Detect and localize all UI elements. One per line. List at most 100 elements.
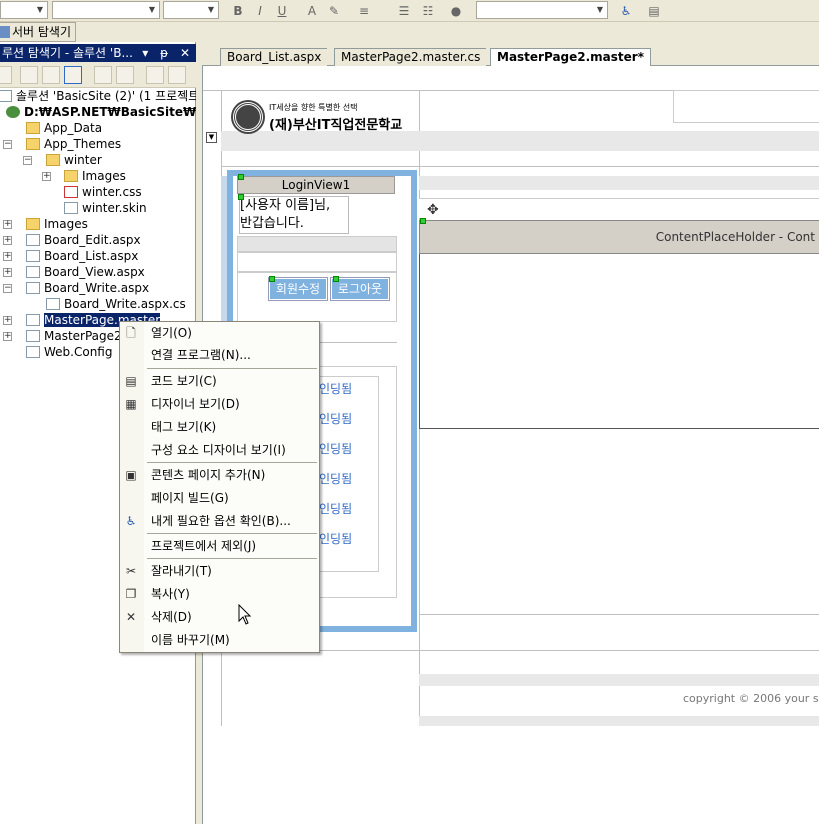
nest-related-files-icon[interactable]: [64, 66, 82, 84]
menu-link[interactable]: 인딩됨: [319, 440, 352, 457]
numbering-icon[interactable]: ☷: [418, 2, 438, 20]
collapse-icon[interactable]: −: [3, 284, 12, 293]
context-menu: 🗋 열기(O) 연결 프로그램(N)... ▤ 코드 보기(C) ▦ 디자이너 보기(…: [119, 321, 320, 653]
expand-icon[interactable]: +: [3, 316, 12, 325]
block-format-combo[interactable]: ▼: [0, 1, 48, 19]
tree-node[interactable]: Board_Write.aspx.cs: [46, 296, 186, 312]
expand-icon[interactable]: +: [3, 332, 12, 341]
expand-icon[interactable]: +: [3, 220, 12, 229]
tree-node[interactable]: App_Themes: [26, 136, 121, 152]
expand-icon[interactable]: +: [3, 252, 12, 261]
divider: [419, 614, 819, 615]
collapse-icon[interactable]: −: [3, 140, 12, 149]
hyperlink-icon[interactable]: ●: [446, 2, 466, 20]
menu-item-build-page[interactable]: 페이지 빌드(G): [120, 487, 319, 509]
accessibility-icon[interactable]: ♿: [616, 2, 636, 20]
bullets-icon[interactable]: ☰: [394, 2, 414, 20]
bold-icon[interactable]: B: [228, 2, 248, 20]
move-handle-icon[interactable]: ✥: [427, 202, 439, 218]
menu-link[interactable]: 인딩됨: [319, 380, 352, 397]
menu-item-view-code[interactable]: ▤ 코드 보기(C): [120, 370, 319, 392]
copy-website-icon[interactable]: [20, 66, 38, 84]
tab-masterpage2-master[interactable]: MasterPage2.master*: [490, 48, 651, 66]
tree-node[interactable]: Web.Config: [26, 344, 112, 360]
content-placeholder-body[interactable]: [419, 254, 819, 429]
menu-link[interactable]: 인딩됨: [319, 410, 352, 427]
menu-item-rename[interactable]: 이름 바꾸기(M): [120, 629, 319, 651]
tree-node[interactable]: Board_Edit.aspx: [26, 232, 141, 248]
tab-board-list[interactable]: Board_List.aspx: [220, 48, 328, 66]
smart-tag-icon[interactable]: ▼: [206, 132, 217, 143]
menu-link[interactable]: 인딩됨: [319, 470, 352, 487]
username-greeting: [사용자 이름]님, 반갑습니다.: [239, 196, 349, 234]
view-class-diagram-icon[interactable]: [146, 66, 164, 84]
tree-node[interactable]: MasterPage2: [26, 328, 122, 344]
tree-node[interactable]: winter.css: [64, 184, 142, 200]
edit-member-button[interactable]: 회원수정: [269, 278, 327, 300]
chevron-down-icon: ▼: [148, 5, 156, 14]
tree-node[interactable]: Board_View.aspx: [26, 264, 145, 280]
tree-node[interactable]: Images: [64, 168, 126, 184]
menu-item-view-markup[interactable]: 태그 보기(K): [120, 416, 319, 438]
solution-explorer-toolbar: [0, 62, 196, 88]
designer-view-icon: ▦: [125, 397, 137, 411]
tree-node[interactable]: Images: [26, 216, 88, 232]
properties-icon[interactable]: [0, 66, 12, 84]
control-marker-icon: [238, 174, 244, 180]
asp-net-config-icon[interactable]: [168, 66, 186, 84]
tab-masterpage2-cs[interactable]: MasterPage2.master.cs: [334, 48, 487, 66]
font-name-combo[interactable]: ▼: [52, 1, 160, 19]
tree-node[interactable]: Board_Write.aspx: [26, 280, 149, 296]
logo-emblem-icon: [233, 102, 263, 132]
chevron-down-icon: ▼: [207, 5, 215, 14]
panel-window-buttons[interactable]: ▾ ᵽ ✕: [142, 44, 194, 62]
website-icon: [6, 106, 20, 118]
solution-icon: [0, 90, 12, 102]
tree-node[interactable]: App_Data: [26, 120, 102, 136]
menu-item-open[interactable]: 🗋 열기(O): [120, 322, 319, 344]
menu-item-delete[interactable]: ✕ 삭제(D): [120, 606, 319, 628]
tree-node[interactable]: winter.skin: [64, 200, 147, 216]
highlight-icon[interactable]: ✎: [324, 2, 344, 20]
expand-icon[interactable]: +: [42, 172, 51, 181]
tree-node[interactable]: D:₩ASP.NET₩BasicSite₩: [6, 104, 196, 120]
aspx-file-icon: [26, 282, 40, 294]
tree-node[interactable]: 솔루션 'BasicSite (2)' (1 프로젝트: [0, 88, 199, 104]
menu-item-open-with[interactable]: 연결 프로그램(N)...: [120, 344, 319, 366]
accessibility-check-icon: ♿: [125, 514, 137, 528]
table-row: [237, 236, 397, 252]
view-code-icon[interactable]: [94, 66, 112, 84]
logo-school-name: (재)부산IT직업전문학교: [269, 118, 403, 133]
menu-item-component-designer[interactable]: 구성 요소 디자이너 보기(I): [120, 439, 319, 461]
underline-icon[interactable]: U: [272, 2, 292, 20]
menu-item-cut[interactable]: ✂ 잘라내기(T): [120, 560, 319, 582]
logout-button[interactable]: 로그아웃: [331, 278, 389, 300]
align-icon[interactable]: ≡: [354, 2, 374, 20]
loginview-control[interactable]: LoginView1: [237, 176, 395, 194]
refresh-icon[interactable]: [42, 66, 60, 84]
menu-link[interactable]: 인딩됨: [319, 500, 352, 517]
italic-icon[interactable]: I: [250, 2, 270, 20]
expand-icon[interactable]: +: [3, 236, 12, 245]
font-size-combo[interactable]: ▼: [163, 1, 219, 19]
tree-node[interactable]: winter: [46, 152, 102, 168]
fore-color-icon[interactable]: A: [302, 2, 322, 20]
menu-item-add-content-page[interactable]: ▣ 콘텐츠 페이지 추가(N): [120, 464, 319, 486]
server-explorer-tab[interactable]: 서버 탐색기: [0, 22, 76, 42]
tree-node[interactable]: Board_List.aspx: [26, 248, 138, 264]
style-combo[interactable]: ▼: [476, 1, 608, 19]
collapse-icon[interactable]: −: [23, 156, 32, 165]
menu-link[interactable]: 인딩됨: [319, 530, 352, 547]
menu-item-exclude-from-project[interactable]: 프로젝트에서 제외(J): [120, 535, 319, 557]
cs-file-icon: [46, 298, 60, 310]
code-view-icon: ▤: [125, 374, 137, 388]
menu-item-view-designer[interactable]: ▦ 디자이너 보기(D): [120, 393, 319, 415]
expand-icon[interactable]: +: [3, 268, 12, 277]
folder-open-icon: [46, 154, 60, 166]
folder-icon: [64, 170, 78, 182]
menu-item-copy[interactable]: ❐ 복사(Y): [120, 583, 319, 605]
content-placeholder-header[interactable]: ContentPlaceHolder - Cont: [419, 220, 819, 254]
toolbar-options-icon[interactable]: ▤: [644, 2, 664, 20]
view-designer-icon[interactable]: [116, 66, 134, 84]
menu-item-check-accessibility[interactable]: ♿ 내게 필요한 옵션 확인(B)...: [120, 510, 319, 532]
